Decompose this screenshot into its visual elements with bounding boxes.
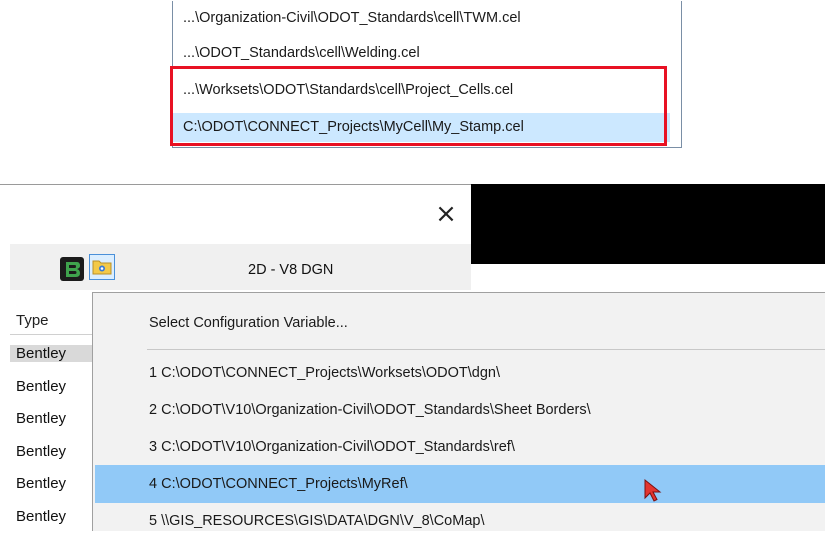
column-header-type[interactable]: Type xyxy=(16,312,49,329)
menu-item-path-2[interactable]: 2 C:\ODOT\V10\Organization-Civil\ODOT_St… xyxy=(95,392,825,428)
header-divider xyxy=(10,334,95,335)
file-row-type[interactable]: Bentley xyxy=(16,378,92,395)
close-button[interactable]: × xyxy=(428,197,464,231)
bentley-app-icon[interactable] xyxy=(60,257,84,281)
dialog-title-border xyxy=(0,184,471,185)
red-highlight-box xyxy=(170,66,667,146)
cell-library-item[interactable]: ...\ODOT_Standards\cell\Welding.cel xyxy=(173,39,670,68)
menu-separator xyxy=(147,349,825,350)
cell-library-item[interactable]: ...\Organization-Civil\ODOT_Standards\ce… xyxy=(173,4,670,33)
menu-item-path-3[interactable]: 3 C:\ODOT\V10\Organization-Civil\ODOT_St… xyxy=(95,429,825,465)
file-row-type[interactable]: Bentley xyxy=(16,443,92,460)
close-icon: × xyxy=(435,199,457,229)
config-folder-icon xyxy=(92,260,112,275)
file-row-type[interactable]: Bentley xyxy=(16,475,92,492)
config-variable-menu: Select Configuration Variable... 1 C:\OD… xyxy=(92,292,825,531)
mouse-cursor-icon xyxy=(644,478,662,502)
file-type-label: 2D - V8 DGN xyxy=(248,262,334,278)
background-area xyxy=(471,184,825,264)
menu-item-path-5[interactable]: 5 \\GIS_RESOURCES\GIS\DATA\DGN\V_8\CoMap… xyxy=(95,503,825,539)
menu-item-select-config-variable[interactable]: Select Configuration Variable... xyxy=(95,305,825,341)
file-row-type[interactable]: Bentley xyxy=(16,410,92,427)
file-row-type[interactable]: Bentley xyxy=(16,508,92,525)
menu-item-path-1[interactable]: 1 C:\ODOT\CONNECT_Projects\Worksets\ODOT… xyxy=(95,355,825,391)
file-row-type[interactable]: Bentley xyxy=(10,345,96,362)
menu-item-path-4-highlighted[interactable]: 4 C:\ODOT\CONNECT_Projects\MyRef\ xyxy=(95,465,825,503)
config-variable-button[interactable] xyxy=(89,254,115,280)
